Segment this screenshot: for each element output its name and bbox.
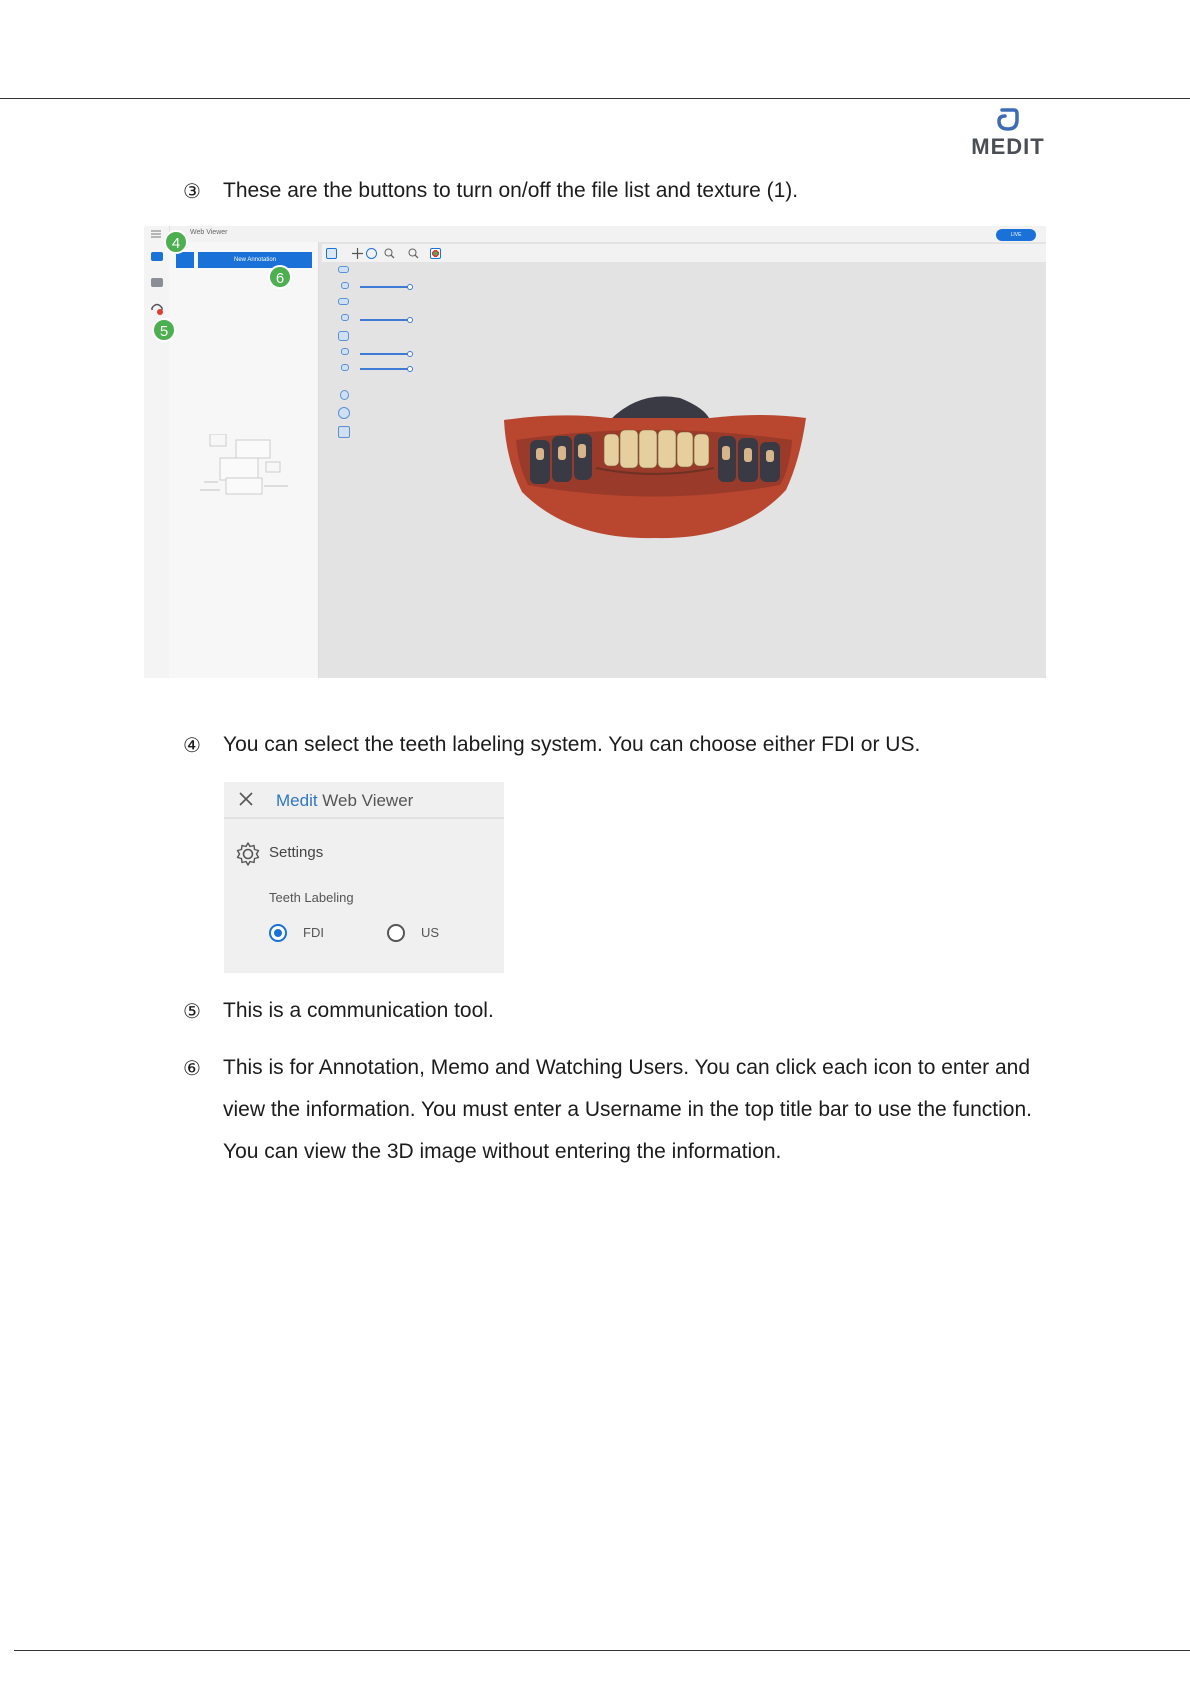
- item-6-paragraph: This is for Annotation, Memo and Watchin…: [223, 1047, 1049, 1173]
- fdi-radio[interactable]: [269, 924, 287, 942]
- item-number: ④: [183, 733, 201, 757]
- new-annotation-button[interactable]: New Annotation: [198, 252, 312, 268]
- zoom-fit-icon[interactable]: [408, 248, 419, 259]
- paragraph-line: view the information. You must enter a U…: [223, 1098, 1032, 1121]
- item-6: ⑥: [183, 1056, 223, 1081]
- tree-item-icon[interactable]: [341, 348, 349, 355]
- callout-badge-4: 4: [164, 230, 188, 254]
- box-icon[interactable]: [338, 426, 350, 438]
- empty-annotation-illustration-icon: [200, 434, 288, 495]
- item-text: This is a communication tool.: [223, 999, 494, 1022]
- settings-panel-screenshot: Medit Web Viewer Settings Teeth Labeling…: [224, 782, 504, 973]
- item-3: ③ These are the buttons to turn on/off t…: [183, 179, 798, 204]
- zoom-in-icon[interactable]: [384, 248, 395, 259]
- paragraph-line: This is for Annotation, Memo and Watchin…: [223, 1056, 1030, 1079]
- app-titlebar: [144, 226, 1046, 242]
- item-text: You can select the teeth labeling system…: [223, 733, 921, 756]
- live-button[interactable]: LIVE: [996, 229, 1036, 241]
- tree-item-icon[interactable]: [338, 331, 349, 341]
- panel-title: Medit Web Viewer: [276, 791, 413, 811]
- eye-toggle-button[interactable]: [176, 252, 194, 268]
- tree-item-icon[interactable]: [338, 298, 349, 305]
- item-number: ⑥: [183, 1056, 201, 1080]
- skull-icon[interactable]: [338, 407, 350, 419]
- panel-title-brand: Medit: [276, 791, 318, 810]
- tree-item-icon[interactable]: [338, 266, 349, 273]
- top-rule: [0, 98, 1190, 99]
- item-number: ⑤: [183, 999, 201, 1023]
- opacity-slider[interactable]: [360, 351, 413, 357]
- item-4: ④ You can select the teeth labeling syst…: [183, 733, 920, 758]
- settings-heading: Settings: [269, 844, 324, 861]
- item-text: These are the buttons to turn on/off the…: [223, 179, 799, 202]
- fdi-option-label[interactable]: FDI: [303, 925, 324, 940]
- us-radio[interactable]: [387, 924, 405, 942]
- memo-icon[interactable]: [151, 278, 163, 287]
- rotate-icon[interactable]: [366, 248, 377, 259]
- paragraph-line: You can view the 3D image without enteri…: [223, 1140, 782, 1163]
- person-icon[interactable]: [340, 390, 349, 400]
- web-viewer-screenshot: Web Viewer New Annotation LIVE 4 6 5: [144, 226, 1046, 678]
- opacity-slider[interactable]: [360, 366, 413, 372]
- app-title: Web Viewer: [190, 229, 228, 236]
- medit-logo-mark-icon: [997, 108, 1019, 131]
- logo-text: MEDIT: [971, 134, 1045, 159]
- teeth-labeling-label: Teeth Labeling: [269, 890, 354, 905]
- texture-icon[interactable]: [430, 248, 441, 259]
- annotation-icon[interactable]: [151, 252, 163, 261]
- panel-title-app: Web Viewer: [317, 791, 414, 810]
- left-sidebar: [144, 226, 170, 678]
- file-list-icon[interactable]: [326, 248, 337, 259]
- menu-icon[interactable]: [151, 230, 161, 238]
- tree-item-icon[interactable]: [341, 314, 349, 321]
- bottom-rule: [14, 1650, 1190, 1651]
- gear-icon: [236, 842, 260, 866]
- teeth-3d-model[interactable]: [500, 390, 810, 542]
- tree-item-icon[interactable]: [341, 282, 349, 289]
- viewer-toolbar: [322, 244, 1046, 262]
- headset-icon[interactable]: [150, 302, 164, 316]
- us-option-label[interactable]: US: [421, 925, 439, 940]
- move-icon[interactable]: [352, 248, 363, 259]
- callout-badge-6: 6: [268, 265, 292, 289]
- opacity-slider[interactable]: [360, 284, 413, 290]
- close-icon[interactable]: [237, 790, 255, 808]
- tree-item-icon[interactable]: [341, 364, 349, 371]
- medit-logo: MEDIT: [968, 108, 1048, 160]
- item-5: ⑤ This is a communication tool.: [183, 999, 494, 1024]
- callout-badge-5: 5: [152, 318, 176, 342]
- item-number: ③: [183, 179, 201, 203]
- opacity-slider[interactable]: [360, 317, 413, 323]
